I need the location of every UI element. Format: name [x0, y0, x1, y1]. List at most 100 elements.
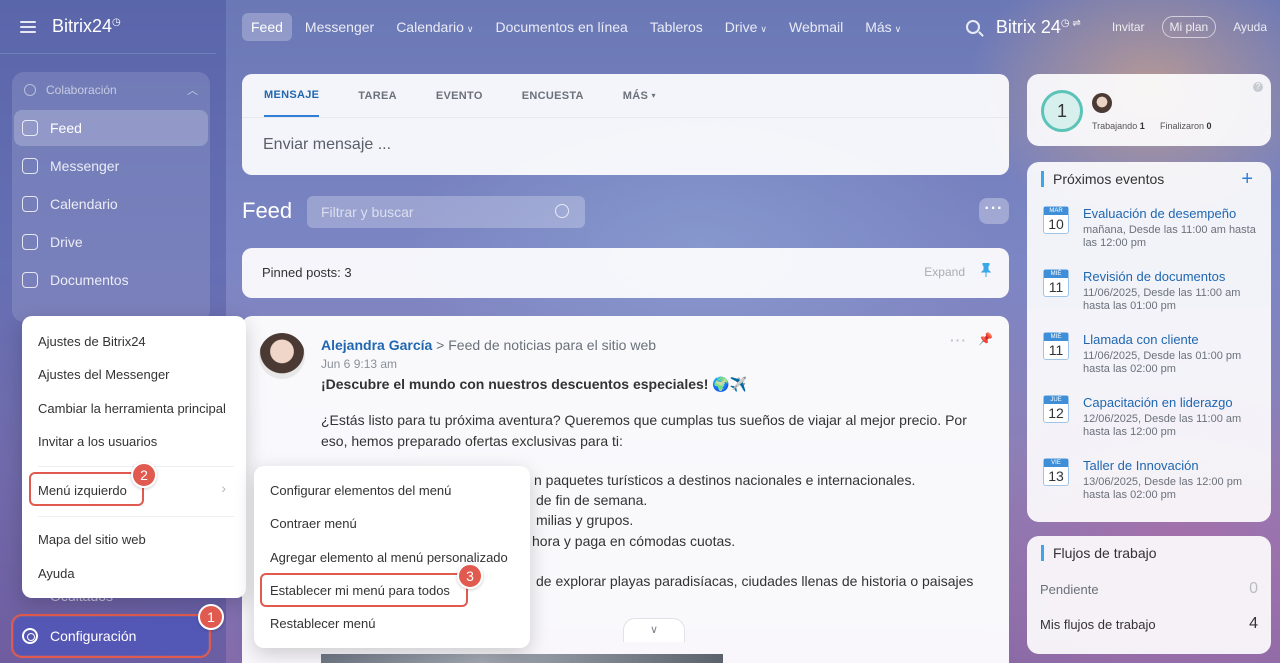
- help-button[interactable]: Ayuda: [1226, 17, 1274, 37]
- search-icon[interactable]: [555, 204, 569, 218]
- event-item[interactable]: MAR 10 Evaluación de desempeño mañana, De…: [1043, 206, 1263, 256]
- sidebar-group-collaboration[interactable]: Colaboración ︿: [12, 72, 210, 108]
- menu-item-invite-users[interactable]: Invitar a los usuarios: [38, 434, 157, 449]
- tab-event[interactable]: EVENTO: [436, 74, 483, 117]
- highlight-frame: [260, 573, 468, 607]
- more-options-button[interactable]: ···: [979, 198, 1009, 224]
- sidebar-item-drive[interactable]: Drive: [14, 224, 208, 260]
- nav-label: Más: [865, 19, 892, 35]
- event-item[interactable]: MIÉ 11 Llamada con cliente 11/06/2025, De…: [1043, 332, 1263, 382]
- post-line: n paquetes turísticos a destinos naciona…: [534, 472, 916, 488]
- gear-icon: [22, 628, 38, 644]
- step-badge: 3: [457, 563, 483, 589]
- logo[interactable]: Bitrix24◷: [52, 16, 121, 37]
- chevron-right-icon: ›: [221, 480, 226, 496]
- nav-calendar[interactable]: Calendario ∨: [387, 13, 482, 41]
- post-destination[interactable]: Feed de noticias para el sitio web: [448, 337, 656, 353]
- expand-button[interactable]: Expand: [924, 265, 965, 279]
- configuration-label: Configuración: [50, 628, 137, 644]
- nav-more[interactable]: Más ∨: [856, 13, 910, 41]
- event-item[interactable]: JUE 12 Capacitación en liderazgo 12/06/20…: [1043, 395, 1263, 445]
- menu-divider: [38, 516, 234, 517]
- nav-drive[interactable]: Drive ∨: [716, 13, 776, 41]
- tab-task[interactable]: TAREA: [358, 74, 397, 117]
- event-item[interactable]: MIÉ 11 Revisión de documentos 11/06/2025,…: [1043, 269, 1263, 319]
- tab-more[interactable]: MÁS ▾: [623, 74, 656, 117]
- nav-messenger[interactable]: Messenger: [296, 13, 383, 41]
- event-item[interactable]: VIE 13 Taller de Innovación 13/06/2025, D…: [1043, 458, 1263, 508]
- filter-placeholder: Filtrar y buscar: [321, 204, 414, 220]
- top-navigation: Feed Messenger Calendario ∨ Documentos en…: [226, 0, 1280, 54]
- composer-tabs: MENSAJE TAREA EVENTO ENCUESTA MÁS ▾: [242, 74, 1009, 118]
- working-count-circle[interactable]: 1: [1041, 90, 1083, 132]
- chevron-down-icon[interactable]: ∨: [623, 618, 685, 642]
- calendar-date-icon: MIÉ 11: [1043, 269, 1069, 297]
- event-title[interactable]: Llamada con cliente: [1083, 332, 1199, 347]
- sidebar-group-label: Colaboración: [46, 83, 117, 97]
- top-right-tools: Bitrix 24◷ ⇌ Invitar Mi plan Ayuda: [965, 0, 1274, 54]
- menu-item-change-main-tool[interactable]: Cambiar la herramienta principal: [38, 401, 226, 416]
- pin-icon[interactable]: 📌: [978, 332, 993, 346]
- menu-item-collapse-menu[interactable]: Contraer menú: [270, 516, 357, 531]
- sidebar-item-calendar[interactable]: Calendario: [14, 186, 208, 222]
- nav-webmail[interactable]: Webmail: [780, 13, 852, 41]
- my-plan-button[interactable]: Mi plan: [1161, 16, 1217, 38]
- event-time: mañana, Desde las 11:00 am hasta las 12:…: [1083, 224, 1256, 249]
- chevron-down-icon: ∨: [466, 24, 474, 34]
- post-line: de explorar playas paradisíacas, ciudade…: [536, 573, 974, 589]
- working-stat: Trabajando 1: [1092, 121, 1145, 131]
- nav-boards[interactable]: Tableros: [641, 13, 712, 41]
- tab-poll[interactable]: ENCUESTA: [522, 74, 584, 117]
- post-date[interactable]: Jun 6 9:13 am: [321, 357, 397, 371]
- event-time: 11/06/2025, Desde las 01:00 pm hasta las…: [1083, 350, 1242, 375]
- sidebar-item-label: Calendario: [50, 196, 118, 212]
- nav-feed[interactable]: Feed: [242, 13, 292, 41]
- row-count: 0: [1249, 580, 1258, 597]
- chevron-up-icon[interactable]: ︿: [187, 82, 198, 98]
- brand-logo[interactable]: Bitrix 24◷ ⇌: [996, 17, 1081, 38]
- event-title[interactable]: Capacitación en liderazgo: [1083, 395, 1233, 410]
- calendar-date-icon: JUE 12: [1043, 395, 1069, 423]
- pending-row[interactable]: Pendiente 0: [1040, 580, 1258, 597]
- sidebar-item-documents[interactable]: Documentos: [14, 262, 208, 298]
- sidebar-header: Bitrix24◷: [0, 0, 216, 54]
- post-image[interactable]: [321, 654, 723, 663]
- my-workflows-row[interactable]: Mis flujos de trabajo 4: [1040, 615, 1258, 632]
- help-icon[interactable]: ?: [1253, 82, 1263, 92]
- event-time: 11/06/2025, Desde las 11:00 am hasta las…: [1083, 287, 1241, 312]
- sidebar-item-feed[interactable]: Feed: [14, 110, 208, 146]
- event-title[interactable]: Taller de Innovación: [1083, 458, 1199, 473]
- menu-item-bitrix-settings[interactable]: Ajustes de Bitrix24: [38, 334, 146, 349]
- chevron-right-icon: >: [436, 337, 449, 353]
- finished-stat: Finalizaron 0: [1160, 121, 1212, 131]
- menu-item-sitemap[interactable]: Mapa del sitio web: [38, 532, 146, 547]
- post-intro: ¿Estás listo para tu próxima aventura? Q…: [321, 412, 967, 449]
- calendar-date-icon: MAR 10: [1043, 206, 1069, 234]
- nav-online-documents[interactable]: Documentos en línea: [487, 13, 637, 41]
- invite-button[interactable]: Invitar: [1105, 17, 1152, 37]
- pinned-posts-bar[interactable]: Pinned posts: 3 Expand: [242, 248, 1009, 298]
- avatar[interactable]: [259, 333, 305, 379]
- top-nav: Feed Messenger Calendario ∨ Documentos en…: [242, 13, 914, 41]
- post-headline: ¡Descubre el mundo con nuestros descuent…: [321, 376, 748, 392]
- event-title[interactable]: Evaluación de desempeño: [1083, 206, 1236, 221]
- menu-item-reset-menu[interactable]: Restablecer menú: [270, 616, 376, 631]
- post-line: hora y paga en cómodas cuotas.: [532, 533, 736, 549]
- avatar[interactable]: [1092, 93, 1112, 113]
- event-title[interactable]: Revisión de documentos: [1083, 269, 1225, 284]
- settings-menu: Ajustes de Bitrix24 Ajustes del Messenge…: [22, 316, 246, 598]
- message-input[interactable]: Enviar mensaje ...: [242, 118, 1009, 172]
- menu-item-help[interactable]: Ayuda: [38, 566, 75, 581]
- add-event-button[interactable]: +: [1241, 168, 1253, 191]
- menu-icon[interactable]: [20, 20, 36, 33]
- search-icon[interactable]: [965, 20, 980, 34]
- sidebar-item-messenger[interactable]: Messenger: [14, 148, 208, 184]
- post-line: milias y grupos.: [536, 512, 634, 528]
- menu-item-configure-elements[interactable]: Configurar elementos del menú: [270, 483, 451, 498]
- post-menu-button[interactable]: ···: [950, 332, 967, 348]
- tab-message[interactable]: MENSAJE: [264, 74, 320, 117]
- author-link[interactable]: Alejandra García: [321, 337, 432, 353]
- menu-item-messenger-settings[interactable]: Ajustes del Messenger: [38, 367, 170, 382]
- configuration-button[interactable]: Configuración: [11, 614, 211, 658]
- filter-search-input[interactable]: Filtrar y buscar: [307, 196, 585, 228]
